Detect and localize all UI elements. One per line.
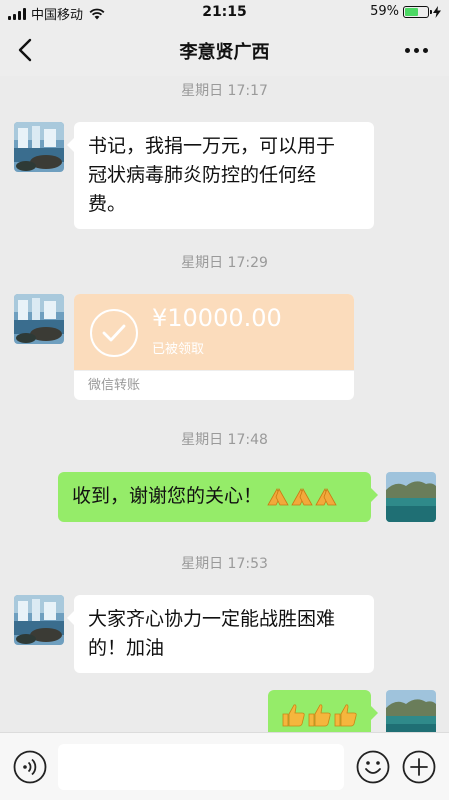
input-bar xyxy=(0,732,449,800)
more-dots-icon[interactable] xyxy=(403,38,431,62)
message-line: 书记，我捐一万元，可以用于 xyxy=(88,135,336,157)
message-line: 大家齐心协力一定能战胜困难 xyxy=(88,608,336,630)
contact-avatar[interactable] xyxy=(14,122,64,172)
message-line: 费。 xyxy=(88,193,127,215)
message-input[interactable] xyxy=(58,744,344,790)
status-bar: 中国移动 21:15 59% xyxy=(0,0,449,24)
chat-title: 李意贤广西 xyxy=(179,42,270,63)
my-avatar[interactable] xyxy=(386,472,436,522)
message-line: 的！加油 xyxy=(88,637,165,659)
check-circle-icon xyxy=(90,309,138,357)
charging-bolt-icon xyxy=(433,5,441,18)
message-line: 冠状病毒肺炎防控的任何经 xyxy=(88,164,317,186)
message-bubble-incoming[interactable]: 大家齐心协力一定能战胜困难 的！加油 xyxy=(67,595,374,673)
message-timestamp: 星期日 17:48 xyxy=(181,432,268,448)
battery-percent: 59% xyxy=(370,4,399,19)
transfer-footer: 微信转账 xyxy=(74,370,354,400)
message-timestamp: 星期日 17:17 xyxy=(181,83,268,99)
my-avatar[interactable] xyxy=(386,690,436,732)
transfer-card-body: ¥10000.00 已被领取 xyxy=(74,294,354,370)
plus-icon[interactable] xyxy=(402,750,436,784)
chat-area[interactable]: 星期日 17:17 书记，我捐一万元，可以用于 冠状病毒肺炎防控的任何经 费。 … xyxy=(0,76,449,732)
message-bubble-outgoing[interactable]: 收到，谢谢您的关心！ xyxy=(58,472,378,522)
contact-avatar[interactable] xyxy=(14,595,64,645)
message-bubble-incoming[interactable]: 书记，我捐一万元，可以用于 冠状病毒肺炎防控的任何经 费。 xyxy=(67,122,374,229)
emoji-smile-icon[interactable] xyxy=(356,750,390,784)
battery-icon xyxy=(403,5,432,18)
contact-avatar[interactable] xyxy=(14,294,64,344)
message-timestamp: 星期日 17:29 xyxy=(181,255,268,271)
message-bubble-outgoing[interactable] xyxy=(268,690,378,732)
transfer-amount: ¥10000.00 xyxy=(152,304,282,332)
thumbs-up-icon xyxy=(282,704,357,727)
transfer-card[interactable]: ¥10000.00 已被领取 微信转账 xyxy=(74,294,354,400)
praying-hands-icon xyxy=(267,488,337,506)
transfer-status: 已被领取 xyxy=(152,342,205,357)
message-timestamp: 星期日 17:53 xyxy=(181,556,268,572)
nav-bar: 李意贤广西 xyxy=(0,24,449,76)
voice-icon[interactable] xyxy=(13,750,47,784)
message-text: 收到，谢谢您的关心！ xyxy=(72,485,263,507)
